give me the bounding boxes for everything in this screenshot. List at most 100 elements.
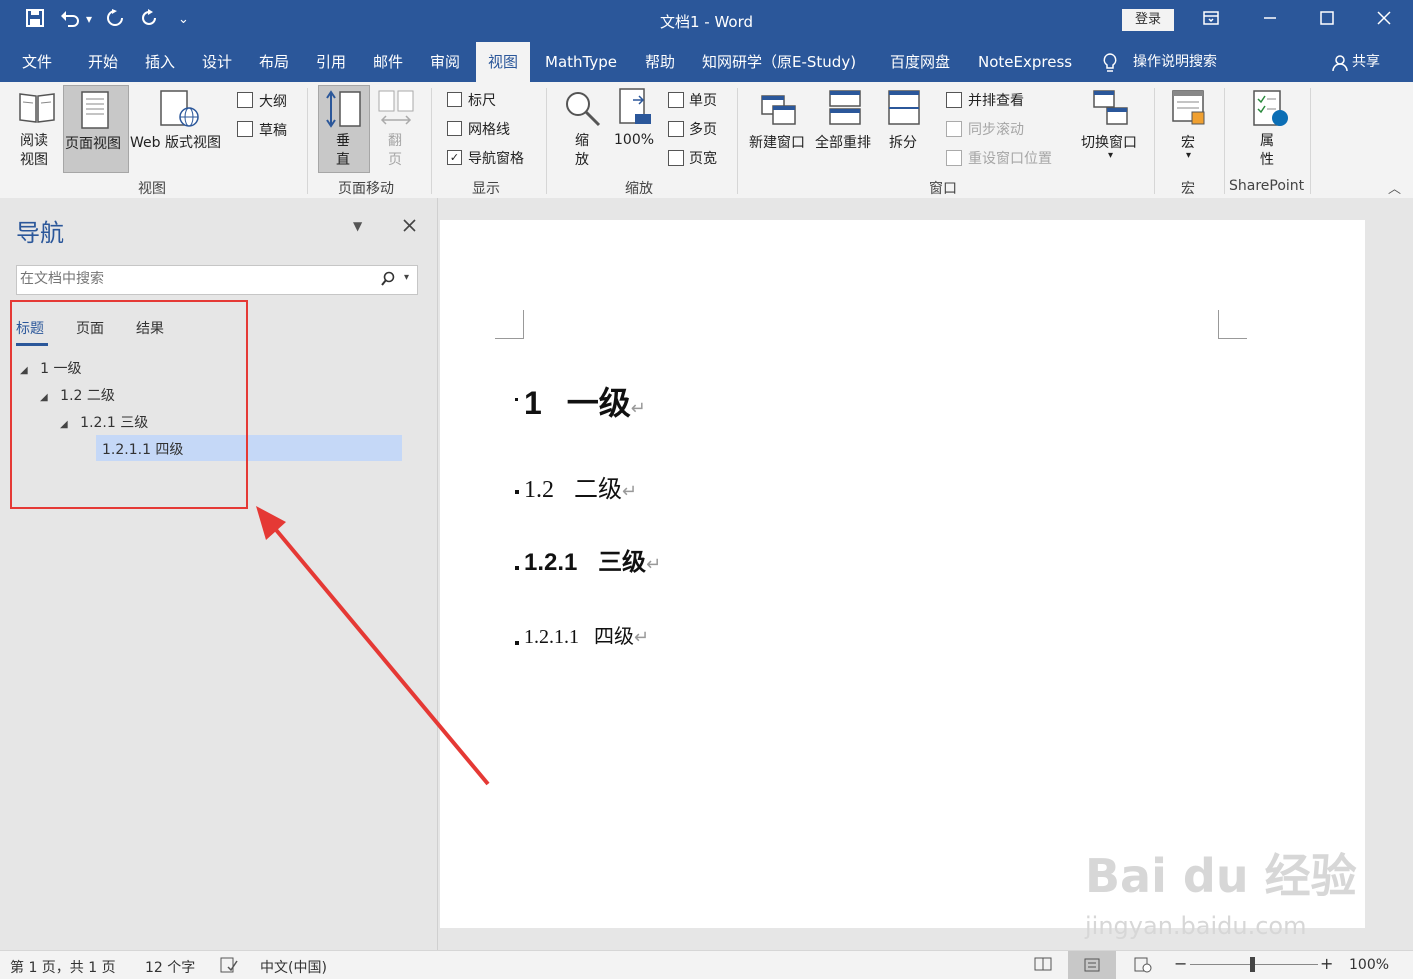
vertical-scroll-button[interactable]: 垂 直 xyxy=(318,85,370,173)
heading-2[interactable]: 1.2 二级↵ xyxy=(524,469,637,504)
zoom-in-button[interactable]: + xyxy=(1320,954,1333,973)
side-by-side-label: 并排查看 xyxy=(968,93,1024,109)
reset-position-label: 重设窗口位置 xyxy=(968,151,1052,167)
search-icon[interactable] xyxy=(381,271,395,291)
multiple-pages-label: 多页 xyxy=(689,122,717,138)
web-layout-icon xyxy=(160,90,199,127)
macros-label: 宏 xyxy=(1181,135,1195,151)
heading-number: 1 xyxy=(524,385,542,421)
search-input[interactable] xyxy=(17,266,360,292)
ribbon-tab-bar: 文件 开始 插入 设计 布局 引用 邮件 审阅 视图 MathType 帮助 知… xyxy=(0,42,1413,82)
chevron-down-icon: ▾ xyxy=(1108,150,1114,161)
heading-3[interactable]: 1.2.1 三级↵ xyxy=(524,542,661,577)
outline-label: 大纲 xyxy=(259,94,287,110)
group-label-window: 窗口 xyxy=(929,181,957,197)
close-icon[interactable] xyxy=(1355,0,1413,42)
close-pane-icon[interactable] xyxy=(403,217,416,236)
draft-label: 草稿 xyxy=(259,123,287,139)
paragraph-bullet xyxy=(515,490,519,494)
vertical-icon xyxy=(326,90,361,128)
side-by-side-icon xyxy=(946,92,962,108)
language[interactable]: 中文(中国) xyxy=(260,957,327,977)
tab-baidu-netdisk[interactable]: 百度网盘 xyxy=(890,42,950,82)
word-count[interactable]: 12 个字 xyxy=(145,957,195,977)
heading-text: 二级 xyxy=(574,477,622,503)
sync-scroll-icon xyxy=(946,121,962,137)
page-count[interactable]: 第 1 页，共 1 页 xyxy=(10,957,116,977)
heading-4[interactable]: 1.2.1.1 四级↵ xyxy=(524,620,649,649)
minimize-icon[interactable] xyxy=(1241,0,1299,42)
login-button[interactable]: 登录 xyxy=(1122,9,1174,31)
print-layout-button[interactable]: 页面视图 xyxy=(63,85,129,173)
tell-me-search[interactable]: 操作说明搜索 xyxy=(1133,42,1217,82)
zoom-out-button[interactable]: − xyxy=(1174,954,1187,973)
paragraph-bullet xyxy=(515,641,519,645)
heading-number: 1.2 xyxy=(524,477,554,503)
group-label-sharepoint: SharePoint xyxy=(1229,178,1305,194)
web-layout-view-icon[interactable] xyxy=(1134,957,1152,977)
paragraph-mark-icon: ↵ xyxy=(630,398,646,418)
zoom-slider-thumb[interactable] xyxy=(1250,957,1255,972)
one-page-icon xyxy=(668,92,684,108)
tab-insert[interactable]: 插入 xyxy=(145,42,175,82)
person-icon[interactable] xyxy=(1332,42,1348,82)
search-dropdown-icon[interactable]: ▾ xyxy=(404,272,409,283)
tab-noteexpress[interactable]: NoteExpress xyxy=(978,42,1072,82)
tab-mathtype[interactable]: MathType xyxy=(545,42,617,82)
multiple-pages-icon xyxy=(668,121,684,137)
maximize-icon[interactable] xyxy=(1298,0,1356,42)
group-label-macros: 宏 xyxy=(1181,181,1195,197)
ruler-checkbox[interactable] xyxy=(447,92,462,107)
tab-help[interactable]: 帮助 xyxy=(645,42,675,82)
tab-mailings[interactable]: 邮件 xyxy=(373,42,403,82)
read-mode-view-icon[interactable] xyxy=(1034,957,1052,975)
read-mode-label: 阅读 视图 xyxy=(20,133,48,168)
group-label-page-movement: 页面移动 xyxy=(338,181,394,197)
split-icon xyxy=(888,90,920,125)
group-label-views: 视图 xyxy=(138,181,166,197)
status-bar: 第 1 页，共 1 页 12 个字 中文(中国) − + 100% xyxy=(0,950,1413,979)
collapse-ribbon-icon[interactable]: ︿ xyxy=(1388,178,1401,197)
tab-references[interactable]: 引用 xyxy=(316,42,346,82)
document-page[interactable]: 1 一级↵ 1.2 二级↵ 1.2.1 三级↵ 1.2.1.1 四级↵ xyxy=(440,220,1365,928)
heading-1[interactable]: 1 一级↵ xyxy=(524,378,646,424)
tab-review[interactable]: 审阅 xyxy=(430,42,460,82)
zoom-level[interactable]: 100% xyxy=(1349,957,1389,973)
page-icon xyxy=(81,91,109,129)
navigation-pane-checkbox[interactable]: ✓ xyxy=(447,150,462,165)
gridlines-checkbox[interactable] xyxy=(447,121,462,136)
zoom-100-label: 100% xyxy=(614,132,655,148)
heading-number: 1.2.1 xyxy=(524,549,578,576)
heading-text: 三级 xyxy=(598,549,647,576)
annotation-highlight-box xyxy=(10,300,248,509)
one-page-label: 单页 xyxy=(689,93,717,109)
group-separator xyxy=(546,88,547,194)
share-button[interactable]: 共享 xyxy=(1352,42,1380,82)
navigation-title: 导航 xyxy=(16,219,64,247)
new-window-label: 新建窗口 xyxy=(749,135,805,151)
heading-text: 四级 xyxy=(594,626,634,648)
read-mode-icon xyxy=(19,93,55,123)
proofing-icon[interactable] xyxy=(220,957,238,977)
crop-mark xyxy=(1218,310,1247,339)
page-width-label: 页宽 xyxy=(689,151,717,167)
tab-file[interactable]: 文件 xyxy=(22,42,52,82)
gridlines-label: 网格线 xyxy=(468,122,510,138)
paragraph-bullet xyxy=(515,398,518,401)
outline-icon xyxy=(237,92,253,108)
tab-home[interactable]: 开始 xyxy=(88,42,118,82)
tab-design[interactable]: 设计 xyxy=(202,42,232,82)
macros-icon xyxy=(1172,90,1205,125)
switch-windows-icon xyxy=(1093,90,1128,125)
group-separator xyxy=(1310,88,1311,194)
page-width-icon xyxy=(668,150,684,166)
tab-layout[interactable]: 布局 xyxy=(259,42,289,82)
watermark-url: jingyan.baidu.com xyxy=(1085,912,1307,940)
tab-cnki-estudy[interactable]: 知网研学（原E-Study) xyxy=(702,42,856,82)
heading-text: 一级 xyxy=(566,385,631,421)
tab-view[interactable]: 视图 xyxy=(476,42,530,82)
print-layout-view-icon[interactable] xyxy=(1068,951,1116,979)
pane-options-icon[interactable]: ▼ xyxy=(353,219,362,233)
magnifier-icon xyxy=(566,92,601,127)
ribbon-display-icon[interactable] xyxy=(1182,0,1240,42)
